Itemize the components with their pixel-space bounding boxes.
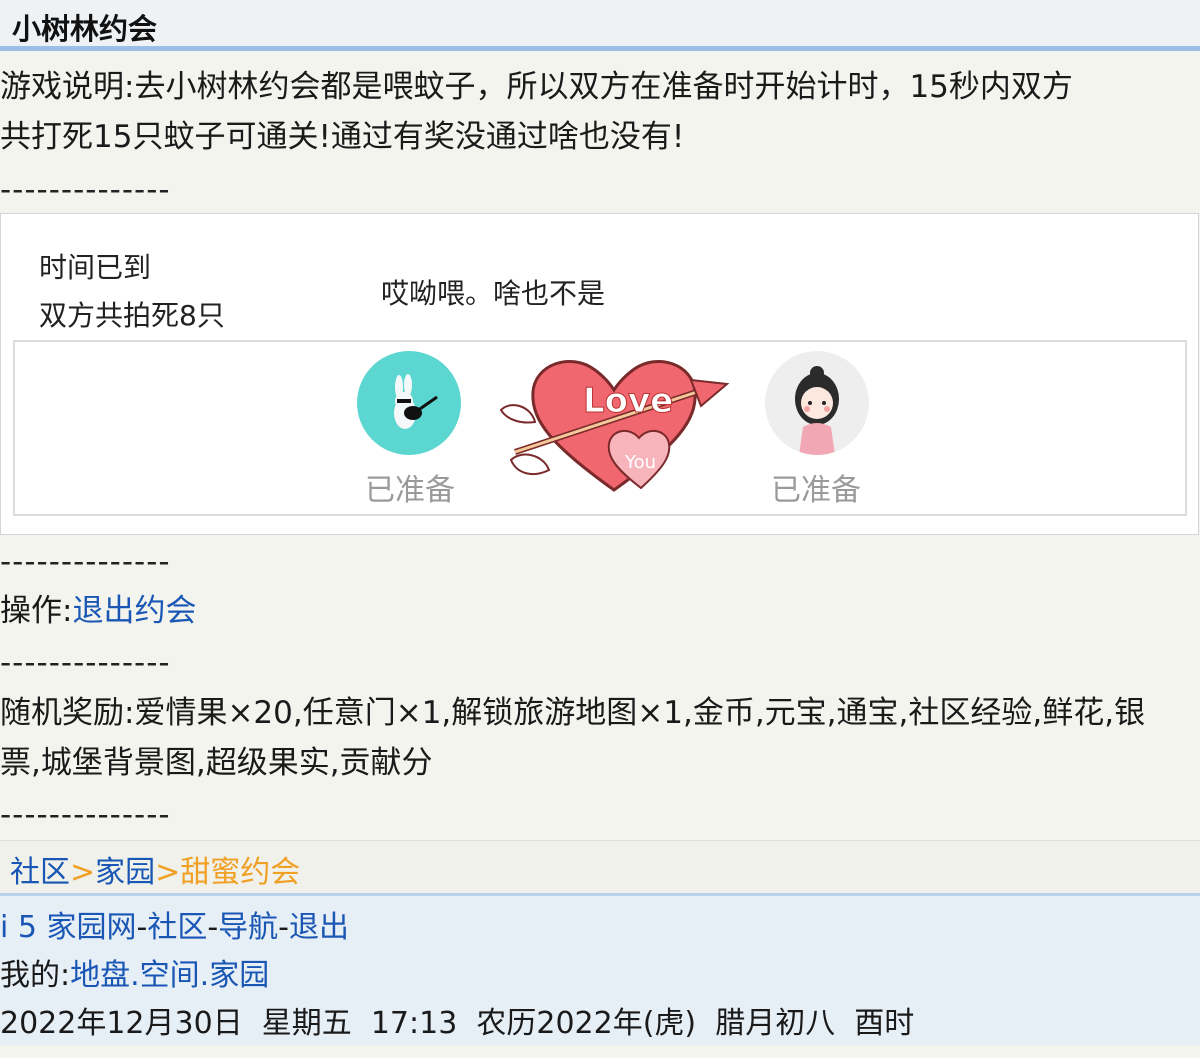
divider: -------------- [0,544,171,580]
divider: -------------- [0,172,171,208]
exit-date-link[interactable]: 退出约会 [72,593,196,629]
left-player-ready: 已准备 [365,473,455,508]
community-link[interactable]: 社区 [147,910,207,945]
breadcrumb-home[interactable]: 家园 [95,855,155,890]
rewards-line-2: 票,城堡背景图,超级果实,贡献分 [0,745,433,781]
operation-label: 操作: [0,593,73,629]
footer-mine: 我的:地盘.空间.家园 [0,950,269,994]
girl-avatar-icon [795,366,839,455]
kill-count-text: 双方共拍死8只 [39,299,225,332]
rabbit-guitar-icon [394,374,438,429]
breadcrumb-separator: > [70,855,96,890]
site-home-link[interactable]: i 5 家园网 [0,910,137,945]
footer-dash: - [278,910,289,945]
divider: -------------- [0,797,171,833]
breadcrumb: 社区>家园>甜蜜约会 [0,840,1200,893]
love-text: Love [583,381,673,421]
game-description-line-2: 共打死15只蚊子可通关!通过有奖没通过啥也没有! [0,119,685,155]
page-header: 小树林约会 [0,0,1200,51]
mine-label: 我的: [0,958,71,993]
left-player-avatar[interactable] [357,351,461,455]
territory-link[interactable]: 地盘 [70,958,130,993]
footer-dash: - [136,910,148,945]
game-description-line-1: 游戏说明:去小树林约会都是喂蚊子，所以双方在准备时开始计时，15秒内双方 [0,69,1073,105]
breadcrumb-separator: > [155,855,181,890]
breadcrumb-community[interactable]: 社区 [10,855,70,890]
players-area: 已准备 Love You 已准备 [13,340,1187,516]
site-footer: i 5 家园网-社区-导航-退出 我的:地盘.空间.家园 2022年12月30日… [0,893,1200,1048]
footer-dot: . [199,958,210,993]
home-link[interactable]: 家园 [209,958,269,993]
time-up-text: 时间已到 [39,251,152,284]
right-player-avatar[interactable] [765,351,869,455]
space-link[interactable]: 空间 [140,958,200,993]
breadcrumb-current: 甜蜜约会 [180,855,301,890]
footer-dash: - [207,910,219,945]
footer-dot: . [130,958,140,993]
logout-link[interactable]: 退出 [289,910,349,945]
result-message: 哎呦喂。啥也不是 [381,277,606,310]
love-heart-icon: Love You [499,360,730,492]
bottom-strip [0,1045,1200,1058]
navigation-link[interactable]: 导航 [218,910,278,945]
page-title: 小树林约会 [12,12,158,46]
right-player-ready: 已准备 [771,473,861,508]
rewards-line-1: 随机奖励:爱情果×20,任意门×1,解锁旅游地图×1,金币,元宝,通宝,社区经验… [0,695,1146,731]
divider: -------------- [0,645,171,681]
footer-nav: i 5 家园网-社区-导航-退出 [0,902,349,946]
you-text: You [624,452,656,473]
footer-datetime: 2022年12月30日 星期五 17:13 农历2022年(虎) 腊月初八 酉时 [0,1006,915,1041]
game-panel: 时间已到 双方共拍死8只 哎呦喂。啥也不是 已准备 Love You 已准备 [0,213,1199,535]
operation-row: 操作:退出约会 [0,586,196,636]
